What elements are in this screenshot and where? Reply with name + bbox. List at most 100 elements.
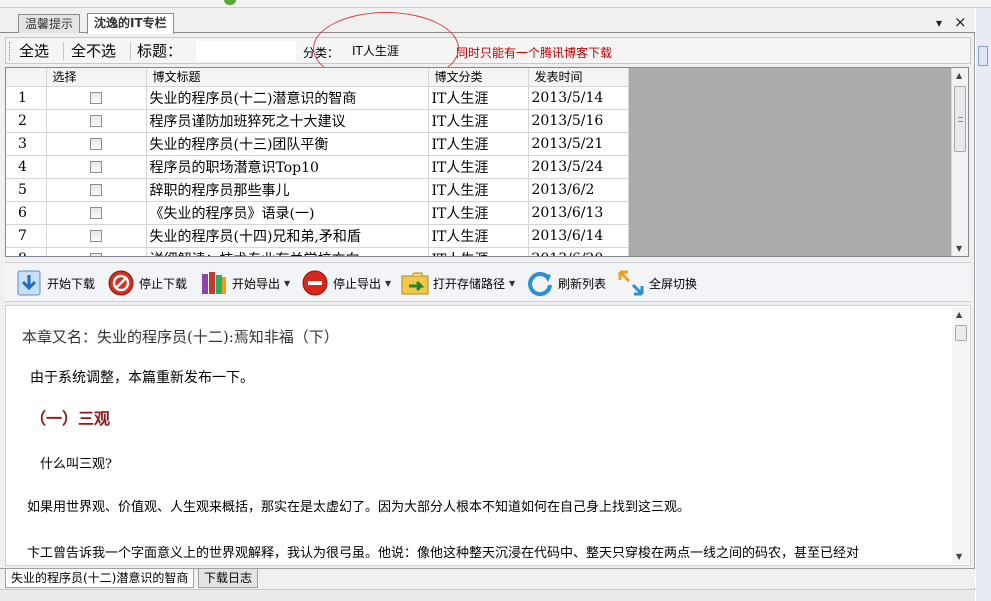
filter-header: 全选 全不选 标题： 分类： IT人生涯 同时只能有一个腾讯博客下载 <box>5 37 971 64</box>
checkbox-icon[interactable] <box>90 160 102 173</box>
table-row[interactable]: 8 详细解读：技术专业有关学校方向IT人生涯2013/6/20 <box>6 247 629 256</box>
stop-export-button[interactable]: 停止导出 ▼ <box>301 269 391 297</box>
fullscreen-toggle-button[interactable]: 全屏切换 <box>617 269 697 297</box>
books-icon <box>200 269 228 297</box>
row-category: IT人生涯 <box>428 132 529 156</box>
row-category: IT人生涯 <box>428 86 529 110</box>
row-checkbox[interactable] <box>46 178 147 202</box>
tab-article-preview[interactable]: 失业的程序员(十二)潜意识的智商 <box>5 569 195 588</box>
row-title[interactable]: 程序员谨防加班猝死之十大建议 <box>146 109 429 133</box>
scroll-up-icon[interactable]: ▲ <box>956 310 962 319</box>
scroll-down-icon[interactable]: ▼ <box>956 244 962 253</box>
row-title[interactable]: 辞职的程序员那些事儿 <box>146 178 429 202</box>
row-date: 2013/6/2 <box>528 178 629 202</box>
separator <box>63 42 64 60</box>
action-toolbar: 开始下载 停止下载 开始导出 ▼ 停止导出 ▼ 打开存储路径 ▼ 刷新列表 全屏切换 <box>5 262 971 302</box>
row-title[interactable]: 《失业的程序员》语录(一) <box>146 201 429 225</box>
stop-download-button[interactable]: 停止下载 <box>107 269 187 297</box>
row-category: IT人生涯 <box>428 201 529 225</box>
folder-arrow-icon <box>401 269 429 297</box>
row-checkbox[interactable] <box>46 247 147 256</box>
row-title[interactable]: 详细解读：技术专业有关学校方向 <box>146 247 429 256</box>
paragraph-1: 如果用世界观、价值观、人生观来概括，那实在是太虚幻了。因为大部分人根本不知道如何… <box>27 500 691 515</box>
row-number: 1 <box>6 86 47 110</box>
open-save-path-button[interactable]: 打开存储路径 ▼ <box>401 269 515 297</box>
refresh-list-button[interactable]: 刷新列表 <box>526 269 606 297</box>
paragraph-2: 卞工曾告诉我一个字面意义上的世界观解释，我认为很弓虽。他说：像他这种整天沉浸在代… <box>27 546 860 561</box>
row-date: 2013/5/16 <box>528 109 629 133</box>
row-checkbox[interactable] <box>46 224 147 248</box>
gutter-marker <box>978 46 988 66</box>
tab-it-column[interactable]: 沈逸的IT专栏 <box>87 13 174 34</box>
table-row[interactable]: 4 程序员的职场潜意识Top10 IT人生涯 2013/5/24 <box>6 155 629 179</box>
toolbar-grip <box>9 42 12 60</box>
row-number-header <box>6 68 47 87</box>
row-checkbox[interactable] <box>46 109 147 133</box>
section-heading: （一）三观 <box>30 409 111 428</box>
table-row[interactable]: 1 失业的程序员(十二)潜意识的智商 IT人生涯 2013/5/14 <box>6 86 629 110</box>
close-icon[interactable]: × <box>954 13 967 31</box>
row-number: 7 <box>6 224 47 248</box>
tab-bar: 温馨提示 沈逸的IT专栏 ▾ × <box>0 8 975 34</box>
stop-export-icon <box>301 269 329 297</box>
start-export-button[interactable]: 开始导出 ▼ <box>200 269 290 297</box>
pin-dropdown-icon[interactable]: ▾ <box>936 16 942 30</box>
start-download-button[interactable]: 开始下载 <box>15 269 95 297</box>
row-checkbox[interactable] <box>46 155 147 179</box>
content-scrollbar[interactable]: ▲ ▼ <box>952 307 969 564</box>
row-category: IT人生涯 <box>428 224 529 248</box>
col-header-date[interactable]: 发表时间 <box>528 68 629 87</box>
row-number: 3 <box>6 132 47 156</box>
col-header-select[interactable]: 选择 <box>46 68 147 87</box>
bottom-tab-bar: 失业的程序员(十二)潜意识的智商 下载日志 <box>0 568 975 588</box>
category-label: 分类： <box>303 46 340 60</box>
row-category: IT人生涯 <box>428 109 529 133</box>
table-row[interactable]: 2 程序员谨防加班猝死之十大建议 IT人生涯 2013/5/16 <box>6 109 629 133</box>
row-date: 2013/6/20 <box>528 247 629 256</box>
checkbox-icon[interactable] <box>90 91 102 104</box>
row-number: 8 <box>6 247 47 256</box>
table-row[interactable]: 6 《失业的程序员》语录(一) IT人生涯 2013/6/13 <box>6 201 629 225</box>
row-title[interactable]: 程序员的职场潜意识Top10 <box>146 155 429 179</box>
scroll-down-icon[interactable]: ▼ <box>956 552 962 561</box>
checkbox-icon[interactable] <box>90 229 102 242</box>
row-category: IT人生涯 <box>428 178 529 202</box>
select-all-button[interactable]: 全选 <box>16 41 52 61</box>
col-header-title[interactable]: 博文标题 <box>146 68 429 87</box>
article-grid: 选择 博文标题 博文分类 发表时间 1 失业的程序员(十二)潜意识的智商 IT人生涯… <box>5 67 969 257</box>
right-gutter <box>976 8 991 601</box>
select-none-button[interactable]: 全不选 <box>68 41 119 61</box>
tab-download-log[interactable]: 下载日志 <box>198 569 259 588</box>
scroll-thumb[interactable] <box>955 325 967 341</box>
grid-scrollbar[interactable]: ▲ ▼ <box>951 68 968 256</box>
table-row[interactable]: 7 失业的程序员(十四)兄和弟,矛和盾 IT人生涯 2013/6/14 <box>6 224 629 248</box>
row-checkbox[interactable] <box>46 201 147 225</box>
row-date: 2013/6/13 <box>528 201 629 225</box>
row-title[interactable]: 失业的程序员(十四)兄和弟,矛和盾 <box>146 224 429 248</box>
checkbox-icon[interactable] <box>90 137 102 150</box>
row-date: 2013/5/24 <box>528 155 629 179</box>
row-title[interactable]: 失业的程序员(十三)团队平衡 <box>146 132 429 156</box>
scroll-up-icon[interactable]: ▲ <box>956 71 962 80</box>
category-select[interactable]: IT人生涯 <box>348 42 452 60</box>
row-title[interactable]: 失业的程序员(十二)潜意识的智商 <box>146 86 429 110</box>
question-text: 什么叫三观? <box>40 457 112 472</box>
top-strip <box>0 0 991 8</box>
checkbox-icon[interactable] <box>90 206 102 219</box>
row-checkbox[interactable] <box>46 132 147 156</box>
row-date: 2013/6/14 <box>528 224 629 248</box>
tab-tips[interactable]: 温馨提示 <box>18 14 81 33</box>
fullscreen-toggle-icon <box>617 269 645 297</box>
row-checkbox[interactable] <box>46 86 147 110</box>
table-row[interactable]: 5 辞职的程序员那些事儿 IT人生涯 2013/6/2 <box>6 178 629 202</box>
table-row[interactable]: 3 失业的程序员(十三)团队平衡 IT人生涯 2013/5/21 <box>6 132 629 156</box>
checkbox-icon[interactable] <box>90 114 102 127</box>
row-number: 6 <box>6 201 47 225</box>
scroll-thumb[interactable] <box>954 86 966 152</box>
status-dot-icon <box>224 0 236 5</box>
checkbox-icon[interactable] <box>90 252 102 256</box>
col-header-category[interactable]: 博文分类 <box>428 68 529 87</box>
article-content: 本章又名：失业的程序员(十二):焉知非福（下） 由于系统调整，本篇重新发布一下。… <box>5 305 971 566</box>
title-search-input[interactable] <box>196 41 296 61</box>
checkbox-icon[interactable] <box>90 183 102 196</box>
